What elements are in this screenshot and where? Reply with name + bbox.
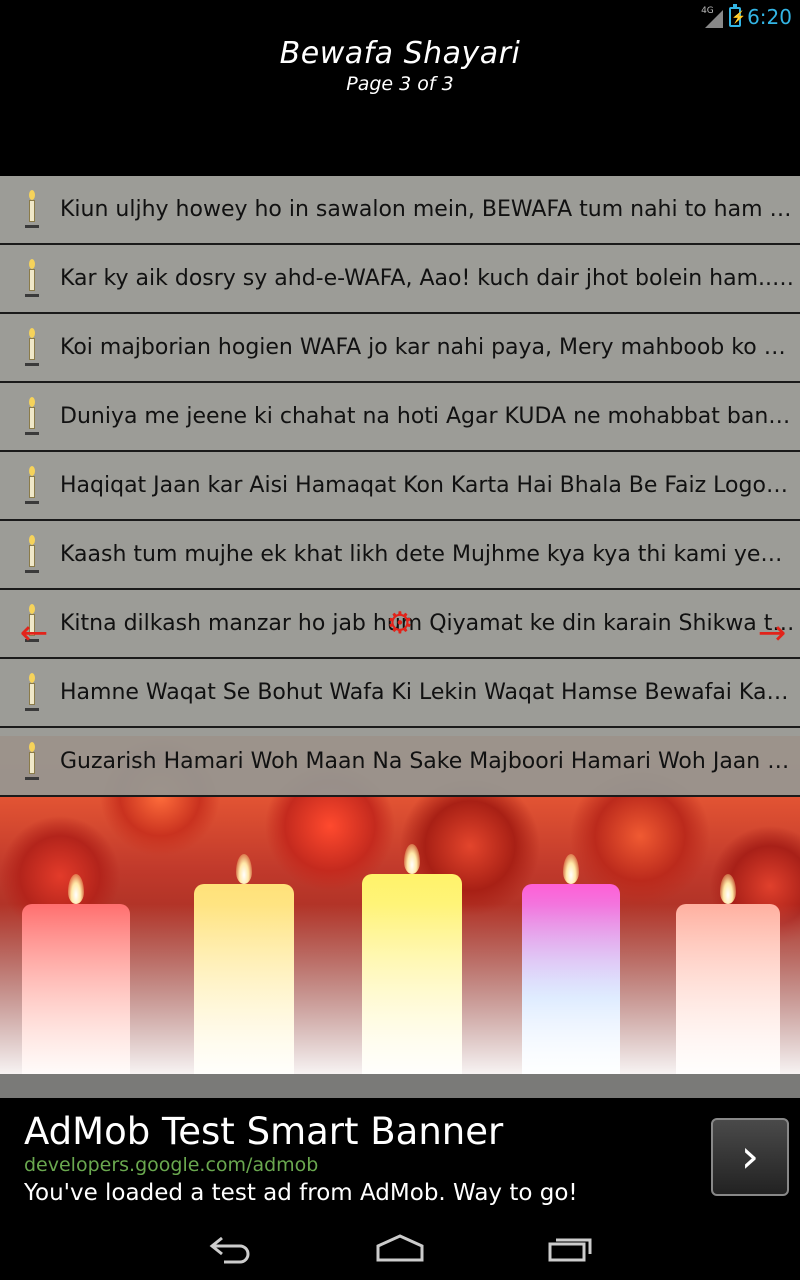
ad-banner[interactable]: AdMob Test Smart Banner developers.googl… [0, 1098, 800, 1216]
list-item-text: Koi majborian hogien WAFA jo kar nahi pa… [60, 335, 796, 360]
candle-icon [22, 534, 42, 575]
candle-icon [22, 327, 42, 368]
ad-url[interactable]: developers.google.com/admob [24, 1154, 318, 1176]
list-item-text: Kar ky aik dosry sy ahd-e-WAFA, Aao! kuc… [60, 266, 796, 291]
candle-icon [22, 672, 42, 713]
candle-icon [22, 258, 42, 299]
system-nav-bar [0, 1216, 800, 1280]
ad-description: You've loaded a test ad from AdMob. Way … [24, 1180, 578, 1206]
shayari-list: Kiun uljhy howey ho in sawalon mein, BEW… [0, 176, 800, 797]
list-item[interactable]: Kiun uljhy howey ho in sawalon mein, BEW… [0, 176, 800, 245]
status-bar: 4G ⚡ 6:20 [0, 0, 800, 34]
list-item[interactable]: Hamne Waqat Se Bohut Wafa Ki Lekin Waqat… [0, 659, 800, 728]
list-item-text: Kiun uljhy howey ho in sawalon mein, BEW… [60, 197, 796, 222]
list-item[interactable]: Guzarish Hamari Woh Maan Na Sake Majboor… [0, 728, 800, 797]
ad-open-button[interactable]: › [711, 1118, 789, 1196]
list-item-text: Hamne Waqat Se Bohut Wafa Ki Lekin Waqat… [60, 680, 796, 705]
list-item[interactable]: Kaash tum mujhe ek khat likh dete Mujhme… [0, 521, 800, 590]
back-icon[interactable] [206, 1232, 254, 1264]
list-item[interactable]: Duniya me jeene ki chahat na hoti Agar K… [0, 383, 800, 452]
status-icons: 4G ⚡ 6:20 [701, 4, 792, 30]
candle-icon [22, 741, 42, 782]
page-indicator: Page 3 of 3 [346, 73, 454, 95]
list-item[interactable]: Haqiqat Jaan kar Aisi Hamaqat Kon Karta … [0, 452, 800, 521]
signal-icon: 4G [701, 6, 724, 28]
chevron-right-icon: › [740, 1129, 760, 1183]
home-gear-icon[interactable]: ⚙ [384, 608, 416, 640]
divider-band [0, 1074, 800, 1098]
list-item-text: Duniya me jeene ki chahat na hoti Agar K… [60, 404, 796, 429]
list-item-text: Kaash tum mujhe ek khat likh dete Mujhme… [60, 542, 796, 567]
list-item-text: Guzarish Hamari Woh Maan Na Sake Majboor… [60, 749, 796, 774]
recents-icon[interactable] [546, 1232, 594, 1264]
list-item[interactable]: Kar ky aik dosry sy ahd-e-WAFA, Aao! kuc… [0, 245, 800, 314]
list-item-text: Haqiqat Jaan kar Aisi Hamaqat Kon Karta … [60, 473, 796, 498]
candle-icon [22, 189, 42, 230]
list-item-text: Kitna dilkash manzar ho jab hum Qiyamat … [60, 611, 796, 636]
candle-icon [22, 396, 42, 437]
battery-icon: ⚡ [729, 4, 746, 27]
home-icon[interactable] [374, 1232, 426, 1264]
arrow-right-icon[interactable]: → [752, 616, 792, 650]
app-header: Bewafa Shayari Page 3 of 3 [0, 34, 800, 176]
page-title: Bewafa Shayari [279, 36, 521, 71]
arrow-left-icon[interactable]: ← [14, 616, 54, 650]
clock: 6:20 [747, 5, 792, 29]
main-content: Kiun uljhy howey ho in sawalon mein, BEW… [0, 176, 800, 1074]
candle-icon [22, 465, 42, 506]
ad-title: AdMob Test Smart Banner [24, 1110, 504, 1153]
list-item[interactable]: Koi majborian hogien WAFA jo kar nahi pa… [0, 314, 800, 383]
